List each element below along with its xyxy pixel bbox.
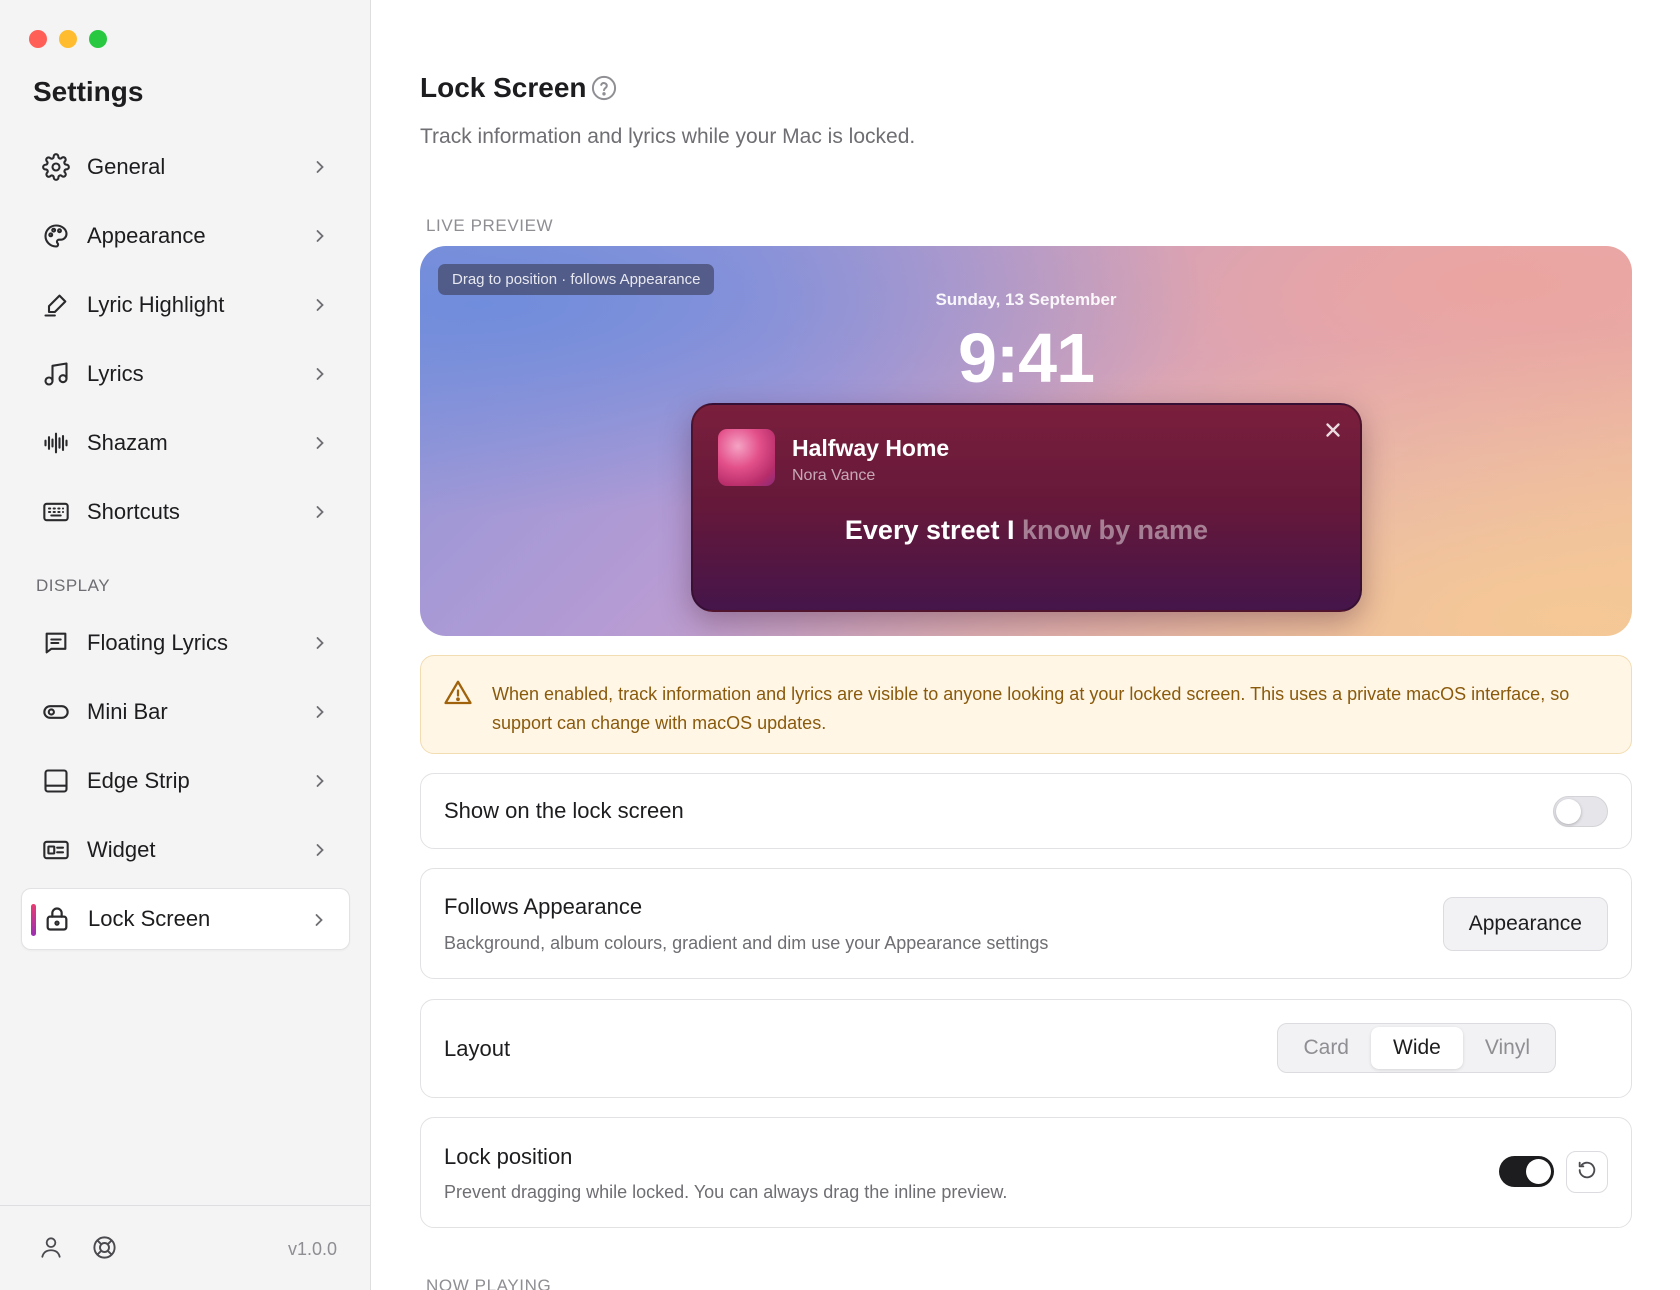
minimize-window-button[interactable] [59, 30, 77, 48]
chevron-right-icon [310, 433, 330, 458]
palette-icon [41, 221, 71, 251]
zoom-window-button[interactable] [89, 30, 107, 48]
sidebar-item-label: General [87, 154, 166, 179]
main-content: Lock Screen Track information and lyrics… [372, 0, 1680, 1290]
close-window-button[interactable] [29, 30, 47, 48]
close-icon[interactable] [1322, 419, 1344, 446]
now-playing-card[interactable]: Halfway Home Nora Vance Every street I k… [691, 403, 1362, 612]
lock-time: 9:41 [957, 319, 1095, 397]
keyboard-icon [41, 497, 71, 527]
track-artist: Nora Vance [792, 467, 876, 484]
edge-strip-icon [41, 766, 71, 796]
sidebar-item-widget[interactable]: Widget [21, 819, 350, 881]
help-lifebuoy-icon[interactable] [91, 1234, 118, 1266]
sidebar-title: Settings [33, 76, 144, 107]
text-bubble-icon [41, 628, 71, 658]
sidebar-item-floating-lyrics[interactable]: Floating Lyrics [21, 612, 350, 674]
layout-option-wide[interactable]: Wide [1371, 1027, 1463, 1069]
chevron-right-icon [310, 840, 330, 865]
warning-triangle-icon [443, 678, 473, 713]
music-note-icon [41, 359, 71, 389]
sidebar-nav-display-group: Floating Lyrics Mini Bar Edge Strip Widg… [21, 612, 350, 957]
sidebar-item-edge-strip[interactable]: Edge Strip [21, 750, 350, 812]
lyric-sung-part: Every street I [844, 515, 1015, 545]
sidebar-item-shortcuts[interactable]: Shortcuts [21, 481, 350, 543]
warning-text: When enabled, track information and lyri… [492, 684, 1570, 733]
sidebar-item-lock-screen[interactable]: Lock Screen [21, 888, 350, 950]
sidebar-item-shazam[interactable]: Shazam [21, 412, 350, 474]
live-preview-label: LIVE PREVIEW [426, 216, 554, 235]
pill-icon [41, 697, 71, 727]
page-subtitle: Track information and lyrics while your … [420, 125, 916, 148]
sidebar: Settings General Appearance Lyric Highli… [0, 0, 371, 1290]
chevron-right-icon [310, 295, 330, 320]
sidebar-item-lyrics[interactable]: Lyrics [21, 343, 350, 405]
highlighter-icon [41, 290, 71, 320]
sidebar-item-label: Appearance [87, 223, 206, 248]
chevron-right-icon [310, 702, 330, 727]
chevron-right-icon [310, 633, 330, 658]
chevron-right-icon [309, 910, 329, 935]
chevron-right-icon [310, 364, 330, 389]
toggle-knob [1526, 1159, 1551, 1184]
lock-screen-preview[interactable]: Drag to position · follows Appearance Su… [420, 246, 1632, 636]
chevron-right-icon [310, 502, 330, 527]
account-icon[interactable] [38, 1234, 64, 1265]
setting-label: Lock position [444, 1144, 573, 1169]
waveform-icon [41, 428, 71, 458]
page-title: Lock Screen [420, 72, 587, 103]
help-circle-icon[interactable] [590, 74, 618, 107]
follows-appearance-row: Follows Appearance Background, album col… [420, 868, 1632, 979]
sidebar-item-label: Lyrics [87, 361, 144, 386]
reset-arrow-icon [1576, 1159, 1598, 1186]
current-lyric-line: Every street I know by name [693, 515, 1360, 546]
widget-card-icon [41, 835, 71, 865]
setting-label: Show on the lock screen [444, 798, 684, 823]
lock-position-toggle[interactable] [1499, 1156, 1554, 1187]
sidebar-item-label: Lyric Highlight [87, 292, 225, 317]
lock-icon [42, 904, 72, 934]
sidebar-nav-general-group: General Appearance Lyric Highlight Lyric… [21, 136, 350, 550]
toggle-knob [1556, 799, 1581, 824]
setting-description: Prevent dragging while locked. You can a… [444, 1182, 1008, 1202]
setting-description: Background, album colours, gradient and … [444, 933, 1049, 953]
sidebar-item-lyric-highlight[interactable]: Lyric Highlight [21, 274, 350, 336]
sidebar-item-label: Mini Bar [87, 699, 168, 724]
chevron-right-icon [310, 771, 330, 796]
setting-label: Layout [444, 1036, 511, 1061]
sidebar-item-label: Floating Lyrics [87, 630, 229, 655]
lock-date: Sunday, 13 September [935, 290, 1117, 309]
sidebar-item-label: Edge Strip [87, 768, 190, 793]
sidebar-item-label: Lock Screen [88, 906, 211, 931]
lyric-upcoming-part: know by name [1014, 515, 1209, 545]
layout-option-vinyl[interactable]: Vinyl [1463, 1027, 1552, 1069]
sidebar-item-appearance[interactable]: Appearance [21, 205, 350, 267]
window-controls [29, 30, 107, 48]
appearance-button[interactable]: Appearance [1442, 897, 1608, 951]
sidebar-item-general[interactable]: General [21, 136, 350, 198]
gear-icon [41, 152, 71, 182]
layout-option-card[interactable]: Card [1281, 1027, 1371, 1069]
now-playing-section-label: NOW PLAYING [426, 1276, 552, 1290]
layout-segmented-control: Card Wide Vinyl [1277, 1023, 1556, 1073]
setting-label: Follows Appearance [444, 894, 643, 919]
active-indicator [31, 904, 36, 936]
sidebar-item-label: Widget [87, 837, 156, 862]
sidebar-item-label: Shortcuts [87, 499, 180, 524]
sidebar-section-display: DISPLAY [36, 576, 111, 595]
lock-position-row: Lock position Prevent dragging while loc… [420, 1117, 1632, 1228]
privacy-warning: When enabled, track information and lyri… [420, 655, 1632, 754]
app-version: v1.0.0 [287, 1239, 337, 1259]
show-on-lock-screen-row: Show on the lock screen [420, 773, 1632, 849]
chevron-right-icon [310, 226, 330, 251]
sidebar-footer: v1.0.0 [0, 1205, 371, 1290]
sidebar-item-label: Shazam [87, 430, 168, 455]
layout-row: Layout Card Wide Vinyl [420, 999, 1632, 1098]
reset-position-button[interactable] [1566, 1151, 1608, 1193]
track-title: Halfway Home [792, 435, 950, 461]
sidebar-item-mini-bar[interactable]: Mini Bar [21, 681, 350, 743]
chevron-right-icon [310, 157, 330, 182]
show-on-lock-screen-toggle[interactable] [1553, 796, 1608, 827]
album-art [718, 429, 775, 486]
